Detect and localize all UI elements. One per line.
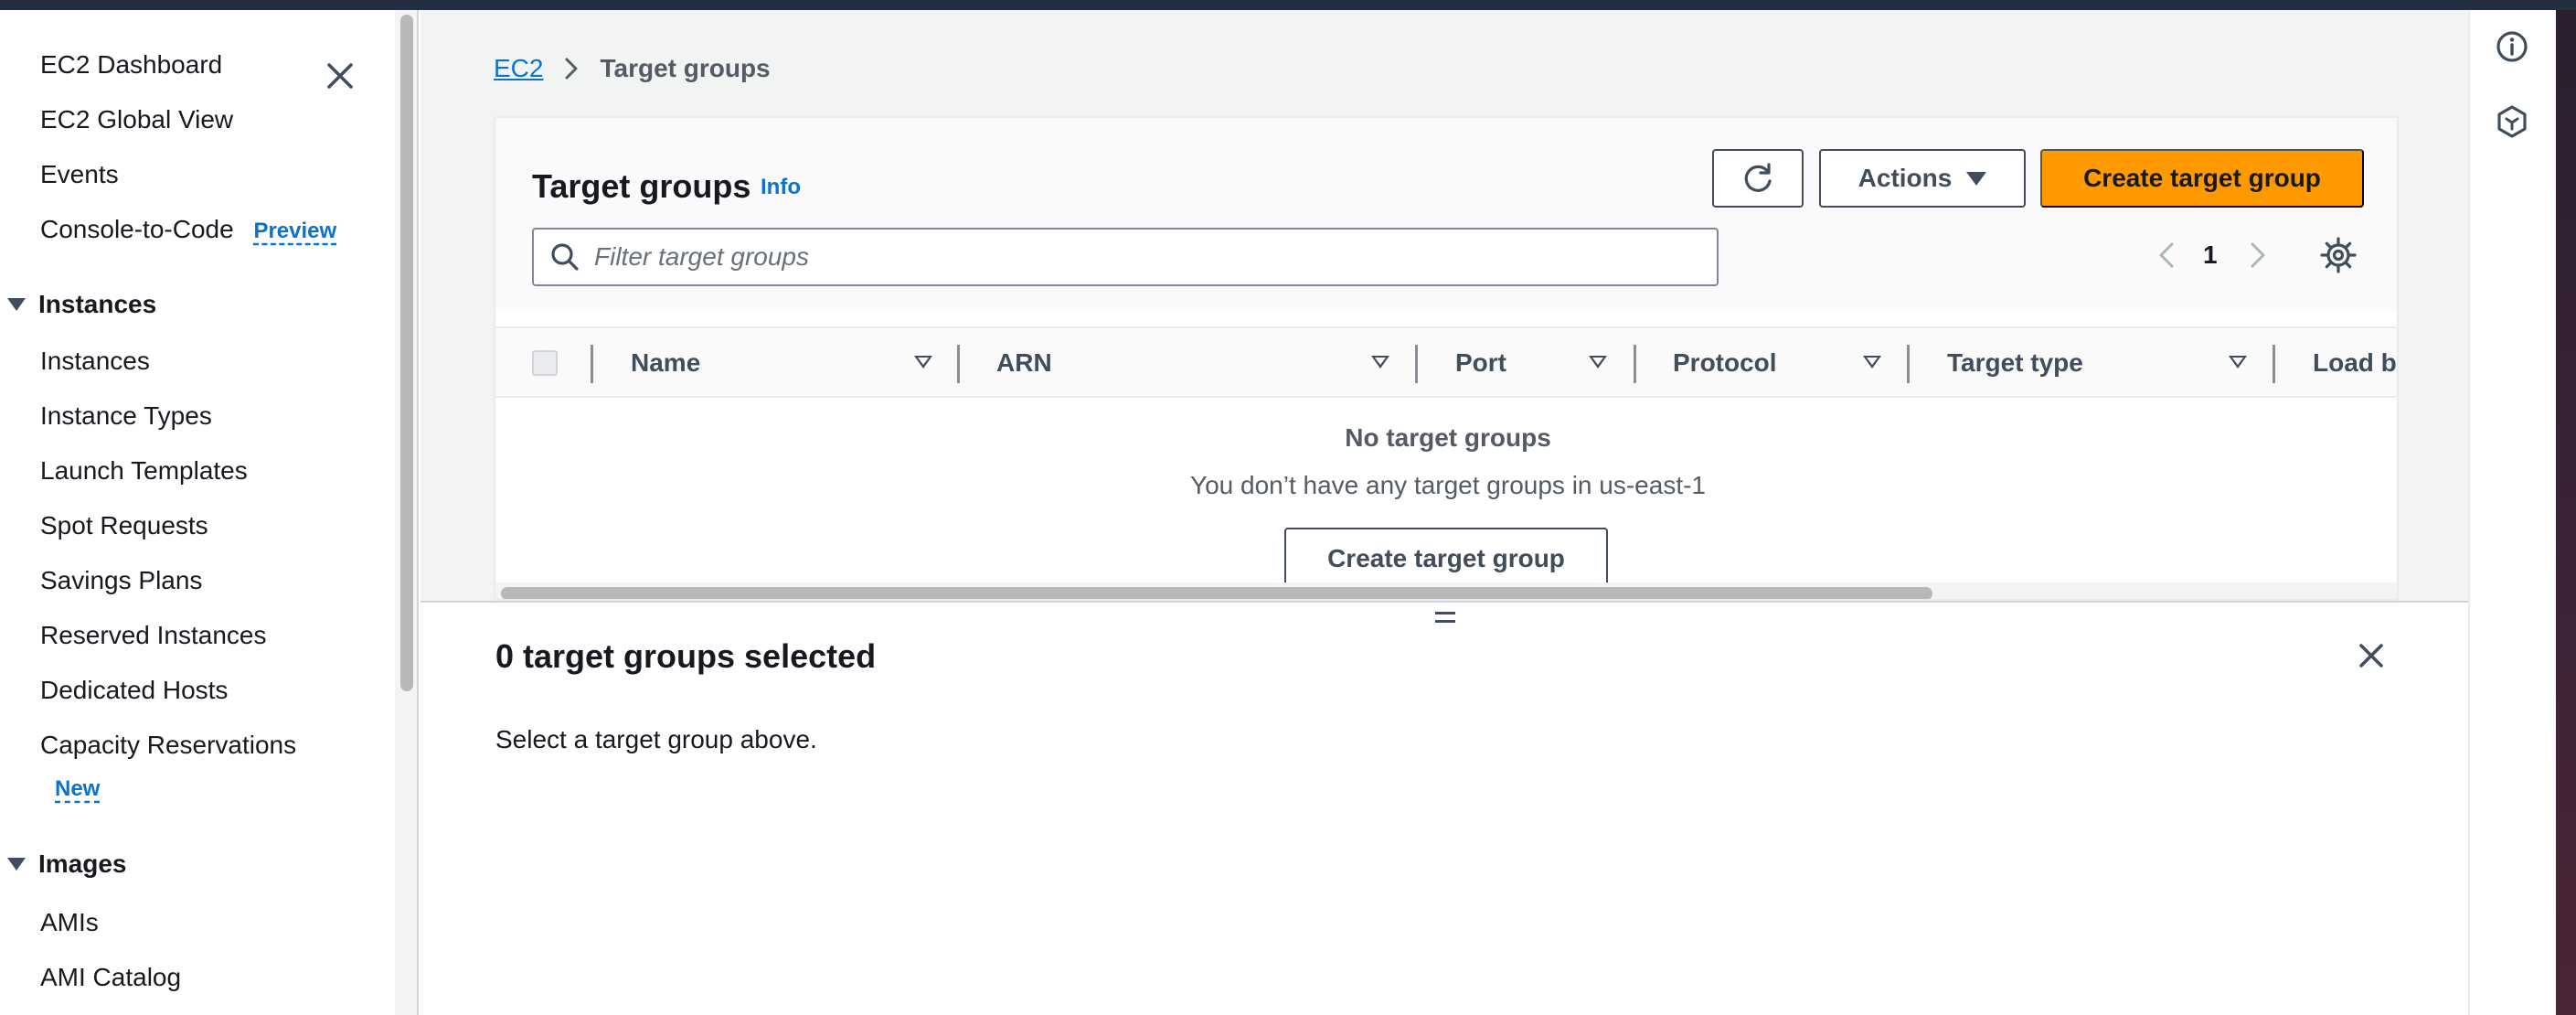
info-circle-icon[interactable] — [2494, 28, 2530, 65]
empty-state-title: No target groups — [1345, 423, 1551, 452]
nav-scrollbar-thumb[interactable] — [400, 15, 413, 691]
column-divider[interactable] — [1907, 345, 1910, 383]
chevron-right-icon[interactable] — [2240, 237, 2276, 273]
nav-section-images[interactable]: Images — [7, 849, 127, 879]
chevron-right-icon — [565, 58, 578, 80]
column-header-port[interactable]: Port — [1455, 348, 1506, 378]
drag-handle-icon[interactable] — [1435, 612, 1455, 626]
side-navigation: EC2 Dashboard EC2 Global View Events Con… — [0, 10, 395, 1015]
nav-item-instance-types[interactable]: Instance Types — [40, 401, 212, 431]
top-navigation-bar — [0, 0, 2576, 10]
column-divider[interactable] — [1634, 345, 1636, 383]
nav-section-title: Images — [38, 849, 127, 878]
upper-pane: EC2 Target groups Target groups Info Act… — [420, 10, 2468, 601]
hexagon-icon[interactable] — [2494, 103, 2530, 140]
caret-down-icon — [7, 298, 26, 311]
nav-item-amis[interactable]: AMIs — [40, 908, 99, 937]
breadcrumb-current: Target groups — [600, 54, 771, 82]
tools-rail — [2468, 10, 2556, 1015]
column-header-name[interactable]: Name — [631, 348, 700, 378]
sort-icon[interactable] — [1863, 356, 1881, 369]
close-icon[interactable] — [324, 59, 357, 92]
nav-item-dedicated-hosts[interactable]: Dedicated Hosts — [40, 676, 228, 705]
horizontal-scrollbar-thumb[interactable] — [501, 587, 1932, 599]
nav-item-savings-plans[interactable]: Savings Plans — [40, 566, 202, 595]
caret-down-icon — [7, 858, 26, 871]
column-header-arn[interactable]: ARN — [996, 348, 1052, 378]
preview-badge[interactable]: Preview — [253, 219, 336, 243]
column-divider[interactable] — [591, 345, 593, 383]
nav-item-label: Console-to-Code — [40, 215, 234, 243]
actions-dropdown-button[interactable]: Actions — [1819, 149, 2026, 208]
new-badge[interactable]: New — [55, 776, 100, 802]
nav-item-reserved-instances[interactable]: Reserved Instances — [40, 621, 266, 650]
nav-item-launch-templates[interactable]: Launch Templates — [40, 456, 248, 486]
settings-icon[interactable] — [2318, 235, 2358, 275]
info-link[interactable]: Info — [761, 175, 801, 200]
close-icon[interactable] — [2355, 639, 2388, 672]
search-icon — [551, 243, 579, 271]
nav-item-console-to-code[interactable]: Console-to-Code Preview — [40, 215, 336, 244]
split-panel-description: Select a target group above. — [495, 725, 817, 753]
split-panel-title: 0 target groups selected — [495, 637, 877, 675]
column-divider[interactable] — [2273, 345, 2275, 383]
nav-item-events[interactable]: Events — [40, 160, 119, 189]
create-target-group-button[interactable]: Create target group — [2040, 149, 2364, 208]
refresh-icon — [1744, 163, 1772, 192]
sort-icon[interactable] — [1371, 356, 1389, 369]
target-groups-panel: Target groups Info Actions Create target… — [494, 116, 2399, 601]
nav-item-capacity-reservations[interactable]: Capacity Reservations — [40, 731, 296, 760]
nav-item-ami-catalog[interactable]: AMI Catalog — [40, 963, 181, 992]
empty-state-description: You don’t have any target groups in us-e… — [1189, 471, 1706, 499]
sort-icon[interactable] — [914, 356, 932, 369]
split-panel-divider — [420, 601, 2468, 603]
actions-label: Actions — [1857, 164, 1953, 192]
chevron-left-icon[interactable] — [2148, 237, 2185, 273]
nav-item-instances[interactable]: Instances — [40, 347, 150, 376]
column-header-target-type[interactable]: Target type — [1947, 348, 2083, 378]
caret-down-icon — [1966, 171, 1987, 186]
nav-section-instances[interactable]: Instances — [7, 290, 156, 319]
filter-input[interactable] — [594, 242, 1691, 272]
nav-item-ec2-global-view[interactable]: EC2 Global View — [40, 105, 233, 134]
filter-search-box[interactable] — [532, 228, 1719, 286]
nav-item-ec2-dashboard[interactable]: EC2 Dashboard — [40, 50, 222, 80]
desktop-background-edge — [2556, 10, 2576, 1015]
column-divider[interactable] — [1415, 345, 1418, 383]
select-all-checkbox[interactable] — [532, 350, 558, 376]
breadcrumb-ec2-link[interactable]: EC2 — [494, 54, 543, 83]
page-title: Target groups — [532, 167, 751, 205]
nav-item-spot-requests[interactable]: Spot Requests — [40, 511, 208, 540]
sort-icon[interactable] — [1589, 356, 1607, 369]
column-header-load-balancer[interactable]: Load ba — [2313, 348, 2397, 378]
nav-section-title: Instances — [38, 290, 157, 318]
refresh-button[interactable] — [1712, 149, 1804, 208]
breadcrumb: EC2 Target groups — [494, 54, 771, 83]
page-number[interactable]: 1 — [2203, 240, 2218, 270]
column-header-protocol[interactable]: Protocol — [1673, 348, 1777, 378]
table-header-row: Name ARN Port Protocol Target type Load … — [495, 326, 2397, 398]
column-divider[interactable] — [957, 345, 960, 383]
main-content: EC2 Target groups Target groups Info Act… — [420, 10, 2468, 1015]
sort-icon[interactable] — [2229, 356, 2247, 369]
